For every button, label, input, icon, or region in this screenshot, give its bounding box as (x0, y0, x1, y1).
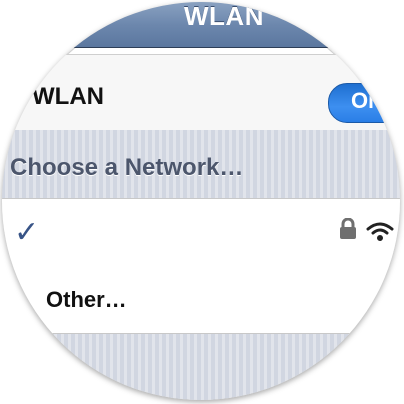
lock-icon (340, 218, 356, 239)
toggle-state-label: ON (351, 88, 384, 113)
navbar-title: WLAN (184, 2, 264, 31)
wlan-setting-row: WLAN ON (2, 54, 400, 132)
other-label: Other… (46, 287, 127, 312)
wlan-label: WLAN (32, 83, 104, 110)
section-header: Choose a Network… (10, 154, 244, 181)
wlan-toggle[interactable]: ON (328, 83, 400, 123)
navigation-bar: WLAN (2, 2, 400, 48)
checkmark-icon: ✓ (14, 216, 40, 249)
wifi-icon (366, 222, 394, 241)
networks-section: Choose a Network… (2, 130, 400, 198)
circular-frame: WLAN WLAN ON Choose a Network… ✓ Other… (2, 2, 400, 400)
footer-area (2, 334, 400, 400)
other-network-row[interactable]: Other… (2, 265, 400, 334)
